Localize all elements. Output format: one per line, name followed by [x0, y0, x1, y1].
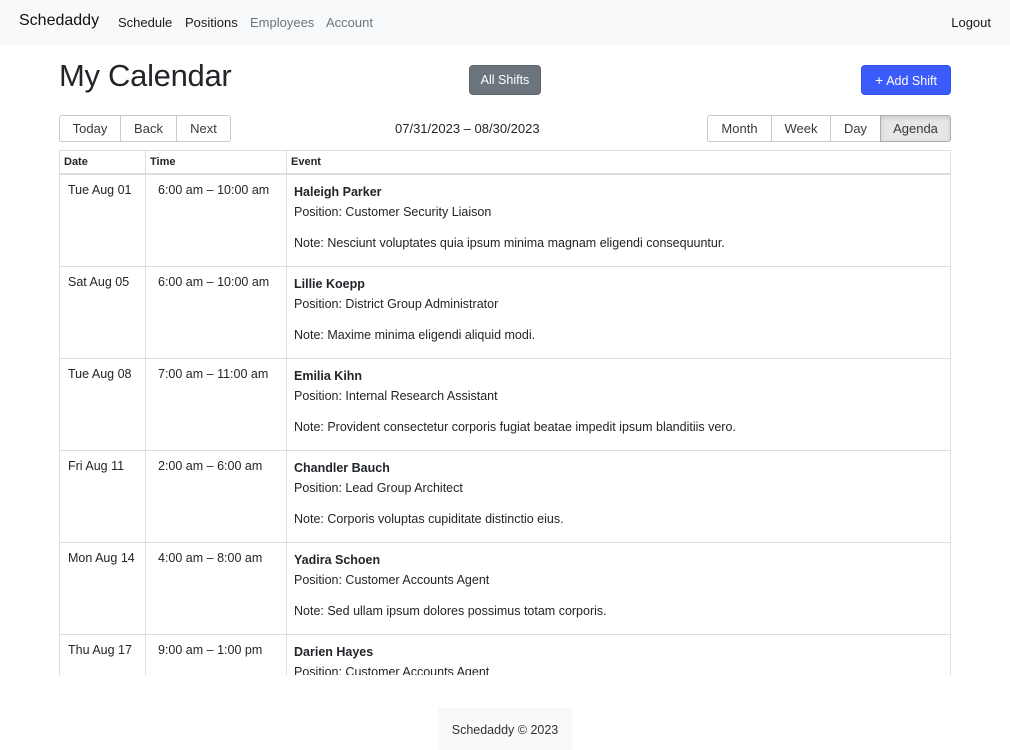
column-divider: [286, 451, 287, 542]
event-position: Position: Internal Research Assistant: [294, 388, 498, 403]
event-cell[interactable]: Emilia Kihn Position: Internal Research …: [294, 367, 736, 438]
all-shifts-button[interactable]: All Shifts: [469, 65, 541, 95]
event-note: Note: Nesciunt voluptates quia ipsum min…: [294, 236, 725, 250]
column-divider: [286, 543, 287, 634]
nav-link-account[interactable]: Account: [326, 15, 373, 30]
column-divider: [286, 175, 287, 266]
view-day-button[interactable]: Day: [830, 115, 881, 142]
event-position: Position: Customer Accounts Agent: [294, 572, 490, 587]
agenda-table: Date Time Event Tue Aug 01 6:00 am – 10:…: [59, 150, 951, 675]
row-date: Mon Aug 14: [68, 551, 135, 565]
row-time: 4:00 am – 8:00 am: [158, 551, 263, 565]
plus-icon: +: [875, 72, 884, 88]
column-header-event: Event: [291, 156, 321, 168]
nav-link-schedule[interactable]: Schedule: [118, 15, 172, 30]
add-shift-button[interactable]: + Add Shift: [861, 65, 951, 95]
footer: Schedaddy © 2023: [438, 708, 572, 750]
event-employee-name: Yadira Schoen: [294, 553, 381, 567]
logout-link[interactable]: Logout: [951, 15, 991, 30]
event-position: Position: Customer Security Liaison: [294, 204, 492, 219]
row-time: 6:00 am – 10:00 am: [158, 183, 270, 197]
event-position: Position: District Group Administrator: [294, 296, 499, 311]
back-button[interactable]: Back: [120, 115, 177, 142]
row-date: Thu Aug 17: [68, 643, 132, 657]
row-date: Tue Aug 01: [68, 183, 132, 197]
date-range-label: 07/31/2023 – 08/30/2023: [395, 121, 540, 136]
nav-link-positions[interactable]: Positions: [185, 15, 238, 30]
top-navbar: Schedaddy Schedule Positions Employees A…: [0, 0, 1010, 45]
agenda-row[interactable]: Mon Aug 14 4:00 am – 8:00 am Yadira Scho…: [60, 543, 950, 635]
column-header-time: Time: [150, 156, 176, 168]
event-employee-name: Chandler Bauch: [294, 461, 390, 475]
event-employee-name: Haleigh Parker: [294, 185, 382, 199]
column-divider: [145, 543, 146, 634]
column-divider: [145, 267, 146, 358]
column-divider: [286, 359, 287, 450]
event-note: Note: Provident consectetur corporis fug…: [294, 420, 736, 434]
view-week-button[interactable]: Week: [771, 115, 831, 142]
row-date: Fri Aug 11: [68, 459, 125, 473]
event-position: Position: Lead Group Architect: [294, 480, 463, 495]
agenda-header-row: Date Time Event: [60, 151, 950, 175]
column-divider: [145, 635, 146, 675]
column-divider: [286, 267, 287, 358]
page-title: My Calendar: [59, 58, 232, 93]
event-employee-name: Lillie Koepp: [294, 277, 365, 291]
today-button[interactable]: Today: [59, 115, 121, 142]
column-divider: [145, 451, 146, 542]
row-time: 6:00 am – 10:00 am: [158, 275, 270, 289]
agenda-row[interactable]: Tue Aug 01 6:00 am – 10:00 am Haleigh Pa…: [60, 175, 950, 267]
calendar-view-group: Month Week Day Agenda: [707, 115, 951, 142]
column-divider: [145, 175, 146, 266]
nav-link-employees[interactable]: Employees: [250, 15, 314, 30]
calendar-nav-group: Today Back Next: [59, 115, 231, 142]
row-time: 2:00 am – 6:00 am: [158, 459, 263, 473]
event-note: Note: Sed ullam ipsum dolores possimus t…: [294, 604, 607, 618]
column-divider: [145, 151, 146, 173]
event-cell[interactable]: Darien Hayes Position: Customer Accounts…: [294, 643, 489, 675]
column-divider: [145, 359, 146, 450]
brand-logo[interactable]: Schedaddy: [19, 12, 99, 30]
add-shift-label: Add Shift: [886, 74, 937, 88]
event-cell[interactable]: Haleigh Parker Position: Customer Securi…: [294, 183, 725, 254]
row-date: Tue Aug 08: [68, 367, 132, 381]
event-cell[interactable]: Yadira Schoen Position: Customer Account…: [294, 551, 607, 622]
row-time: 9:00 am – 1:00 pm: [158, 643, 263, 657]
agenda-row[interactable]: Fri Aug 11 2:00 am – 6:00 am Chandler Ba…: [60, 451, 950, 543]
view-month-button[interactable]: Month: [707, 115, 772, 142]
agenda-row[interactable]: Tue Aug 08 7:00 am – 11:00 am Emilia Kih…: [60, 359, 950, 451]
event-note: Note: Corporis voluptas cupiditate disti…: [294, 512, 564, 526]
column-divider: [286, 151, 287, 173]
event-note: Note: Maxime minima eligendi aliquid mod…: [294, 328, 536, 342]
event-employee-name: Emilia Kihn: [294, 369, 363, 383]
row-date: Sat Aug 05: [68, 275, 130, 289]
event-cell[interactable]: Chandler Bauch Position: Lead Group Arch…: [294, 459, 564, 530]
row-time: 7:00 am – 11:00 am: [158, 367, 269, 381]
view-agenda-button[interactable]: Agenda: [880, 115, 951, 142]
agenda-row[interactable]: Sat Aug 05 6:00 am – 10:00 am Lillie Koe…: [60, 267, 950, 359]
column-divider: [286, 635, 287, 675]
column-header-date: Date: [64, 156, 88, 168]
event-cell[interactable]: Lillie Koepp Position: District Group Ad…: [294, 275, 535, 346]
agenda-row[interactable]: Thu Aug 17 9:00 am – 1:00 pm Darien Haye…: [60, 635, 950, 675]
event-employee-name: Darien Hayes: [294, 645, 374, 659]
event-position: Position: Customer Accounts Agent: [294, 664, 490, 676]
next-button[interactable]: Next: [176, 115, 231, 142]
agenda-rows: Tue Aug 01 6:00 am – 10:00 am Haleigh Pa…: [60, 175, 950, 675]
